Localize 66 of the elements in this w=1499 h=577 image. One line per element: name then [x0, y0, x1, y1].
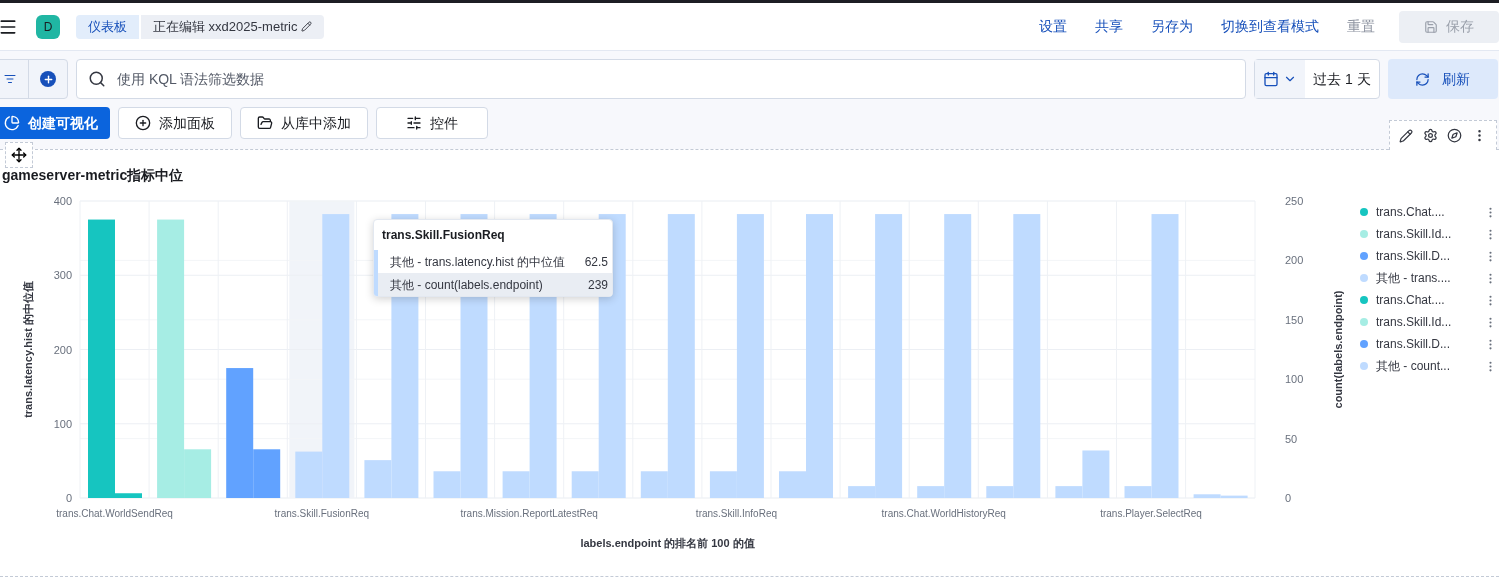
axis-tick-label: 150	[1285, 313, 1304, 326]
axis-tick-label: 0	[1285, 492, 1292, 504]
refresh-icon	[1415, 71, 1431, 87]
tooltip-label: 其他 - count(labels.endpoint)	[390, 276, 543, 294]
tooltip-value: 239	[587, 276, 608, 294]
toolbar-button[interactable]: 添加面板	[118, 107, 232, 139]
axis-tick-label: 50	[1285, 432, 1298, 445]
date-picker[interactable]: 过去 1 天	[1254, 59, 1380, 99]
legend-label[interactable]: trans.Chat....	[1376, 291, 1484, 309]
legend-label[interactable]: 其他 - count...	[1376, 357, 1484, 375]
axis-tick-label: 100	[1285, 373, 1304, 386]
search-icon	[88, 70, 106, 88]
time-range[interactable]: 过去 1 天	[1305, 68, 1379, 90]
axis-tick-label: trans.Skill.FusionReq	[274, 508, 370, 519]
tooltip-label: 其他 - trans.latency.hist 的中位值	[390, 253, 566, 271]
axis-tick-label: trans.Chat.WorldHistoryReq	[881, 508, 1006, 519]
legend-label[interactable]: trans.Skill.Id...	[1376, 313, 1484, 331]
axis-tick-label: 100	[53, 417, 72, 430]
y-axis-title: trans.latency.hist 的中位值	[22, 281, 34, 418]
axis-tick-label: 250	[1285, 195, 1304, 207]
chart-icon	[4, 115, 20, 131]
header-link[interactable]: 切换到查看模式	[1209, 16, 1331, 37]
axis-tick-label: 200	[53, 343, 72, 356]
axis-tick-label: 400	[53, 195, 72, 207]
compass-icon[interactable]	[1447, 128, 1463, 143]
refresh-button[interactable]: 刷新	[1387, 59, 1498, 99]
tooltip-value: 62.5	[584, 253, 608, 271]
y-axis-title: count(labels.endpoint)	[1332, 290, 1344, 409]
toolbar-button[interactable]: 控件	[376, 107, 488, 139]
tooltip-title: trans.Skill.FusionReq	[382, 227, 505, 244]
settings-icon[interactable]	[1422, 128, 1438, 143]
add-icon	[40, 71, 56, 87]
axis-tick-label: 300	[53, 269, 72, 282]
axis-tick-label: 0	[65, 492, 72, 504]
calendar-icon	[1263, 71, 1279, 87]
breadcrumb-current[interactable]: 正在编辑 xxd2025-metric	[141, 14, 325, 39]
axis-tick-label: trans.Chat.WorldSendReq	[56, 508, 173, 519]
breadcrumb-link[interactable]: 仪表板	[76, 14, 139, 39]
legend-label[interactable]: 其他 - trans....	[1376, 269, 1484, 287]
pencil-icon	[301, 21, 313, 32]
axis-tick-label: trans.Skill.InfoReq	[695, 508, 778, 519]
edit-icon[interactable]	[1398, 128, 1413, 143]
avatar[interactable]: D	[36, 14, 60, 39]
toolbar-button[interactable]: 从库中添加	[240, 107, 368, 139]
header-link[interactable]: 共享	[1083, 16, 1135, 37]
legend-label[interactable]: trans.Skill.Id...	[1376, 225, 1484, 243]
move-handle[interactable]	[5, 142, 33, 168]
axis-tick-label: trans.Mission.ReportLatestReq	[460, 508, 598, 519]
folder-icon	[257, 115, 273, 131]
add-icon	[135, 115, 151, 131]
calendar-dropdown[interactable]	[1255, 60, 1305, 98]
filter-icon	[3, 73, 16, 85]
legend-label[interactable]: trans.Chat....	[1376, 203, 1484, 221]
x-axis-title: labels.endpoint 的排名前 100 的值	[580, 537, 755, 549]
move-icon	[11, 147, 27, 163]
sliders-icon	[406, 115, 422, 131]
save-icon	[1424, 19, 1438, 34]
panel-title: gameserver-metric指标中位	[2, 165, 184, 185]
axis-tick-label: 200	[1285, 254, 1304, 267]
header-link[interactable]: 设置	[1027, 16, 1079, 37]
search-field[interactable]: 使用 KQL 语法筛选数据	[76, 59, 1246, 99]
legend-label[interactable]: trans.Skill.D...	[1376, 335, 1484, 353]
axis-tick-label: trans.Player.SelectReq	[1100, 508, 1202, 519]
legend-label[interactable]: trans.Skill.D...	[1376, 247, 1484, 265]
header-link[interactable]: 另存为	[1139, 16, 1205, 37]
toolbar-button[interactable]: 创建可视化	[0, 107, 110, 139]
